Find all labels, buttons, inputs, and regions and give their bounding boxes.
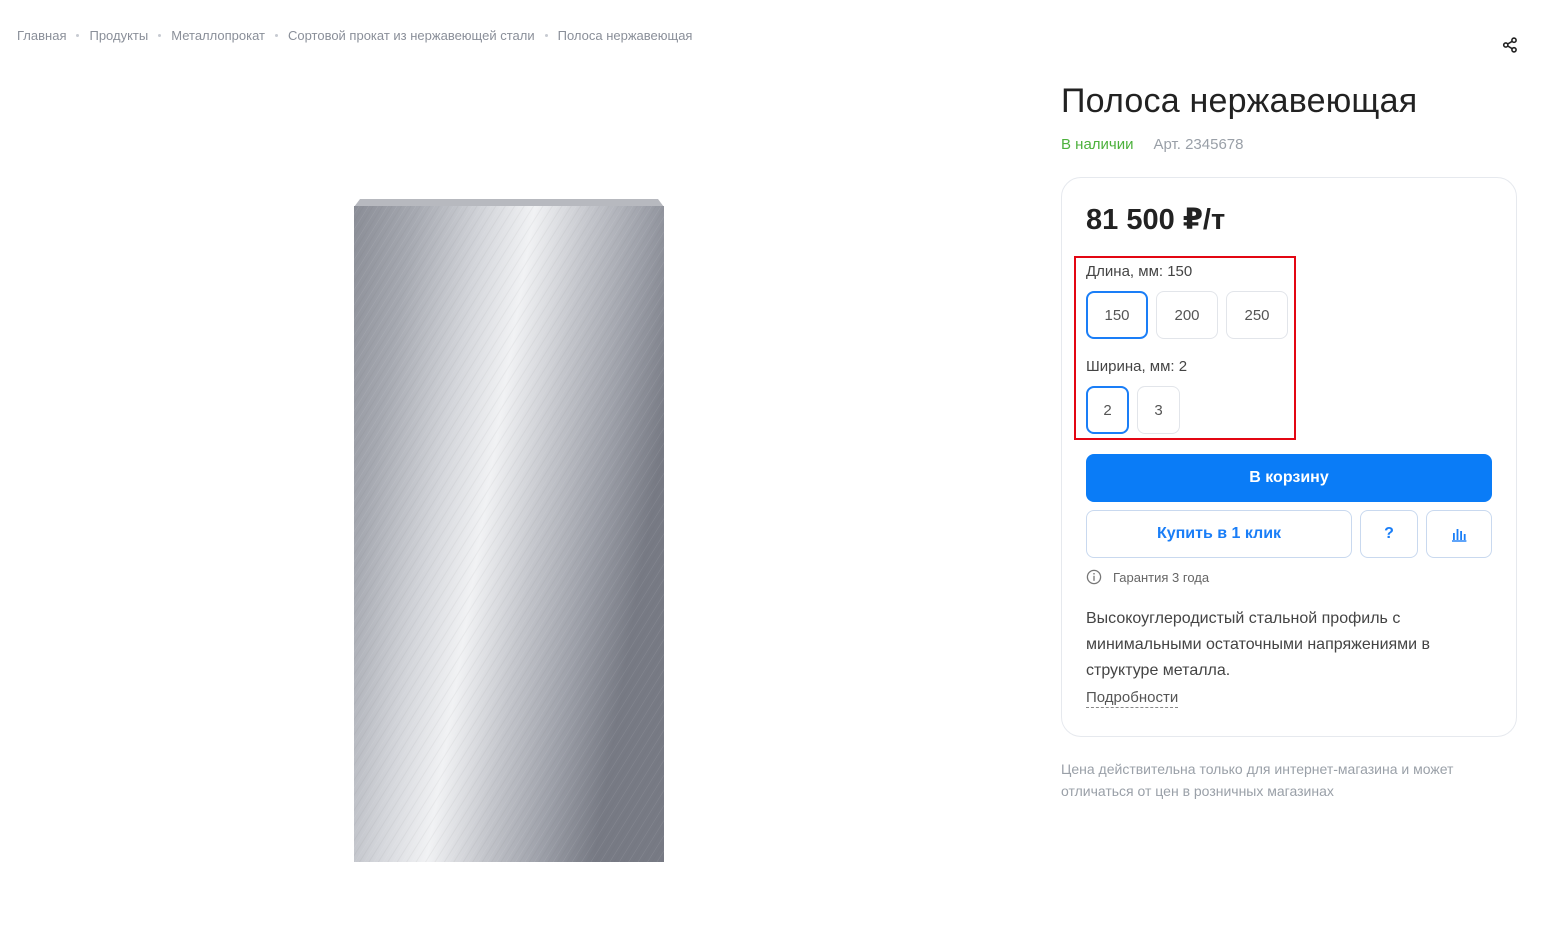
length-option-label: Длина, мм: 150: [1086, 263, 1193, 280]
width-option-2[interactable]: 2: [1086, 386, 1129, 434]
product-image[interactable]: [354, 199, 664, 862]
details-link[interactable]: Подробности: [1086, 689, 1179, 708]
product-description: Высокоуглеродистый стальной профиль с ми…: [1086, 610, 1431, 679]
info-icon: [1086, 569, 1102, 585]
share-icon: [1502, 37, 1517, 53]
product-price: 81 500 ₽/т: [1086, 204, 1226, 236]
breadcrumb-separator: [158, 34, 162, 37]
length-option-200[interactable]: 200: [1156, 291, 1218, 339]
add-to-cart-button[interactable]: В корзину: [1086, 454, 1492, 502]
buy-card: 81 500 ₽/т Длина, мм: 150 150 200 250 Ши…: [1061, 177, 1517, 737]
share-button[interactable]: [1498, 33, 1522, 57]
ask-question-button[interactable]: ?: [1360, 510, 1418, 558]
warranty-text: Гарантия 3 года: [1113, 569, 1210, 585]
length-option-250[interactable]: 250: [1226, 291, 1288, 339]
buy-one-click-button[interactable]: Купить в 1 клик: [1086, 510, 1352, 558]
width-options: 2 3: [1086, 386, 1180, 434]
warranty-info: Гарантия 3 года: [1086, 569, 1209, 585]
breadcrumb-separator: [76, 34, 80, 37]
breadcrumb-products[interactable]: Продукты: [89, 28, 148, 43]
product-meta: В наличии Арт. 2345678: [1061, 136, 1243, 153]
breadcrumb-current: Полоса нержавеющая: [557, 28, 693, 43]
width-option-3[interactable]: 3: [1137, 386, 1180, 434]
breadcrumb-metal[interactable]: Металлопрокат: [171, 28, 265, 43]
product-page: Главная Продукты Металлопрокат Сортовой …: [0, 0, 1550, 931]
product-sku: Арт. 2345678: [1153, 136, 1244, 153]
compare-chart-icon: [1452, 529, 1467, 542]
length-option-150[interactable]: 150: [1086, 291, 1148, 339]
availability-status: В наличии: [1061, 136, 1134, 153]
breadcrumb-stainless-section[interactable]: Сортовой прокат из нержавеющей стали: [288, 28, 535, 43]
length-options: 150 200 250: [1086, 291, 1288, 339]
breadcrumb-separator: [274, 34, 278, 37]
price-disclaimer: Цена действительна только для интернет-м…: [1061, 761, 1454, 799]
breadcrumb: Главная Продукты Металлопрокат Сортовой …: [17, 28, 692, 43]
compare-button[interactable]: [1426, 510, 1492, 558]
width-option-label: Ширина, мм: 2: [1086, 358, 1188, 375]
product-title: Полоса нержавеющая: [1061, 82, 1418, 120]
breadcrumb-home[interactable]: Главная: [17, 28, 66, 43]
question-icon: ?: [1384, 525, 1394, 542]
breadcrumb-separator: [544, 34, 548, 37]
